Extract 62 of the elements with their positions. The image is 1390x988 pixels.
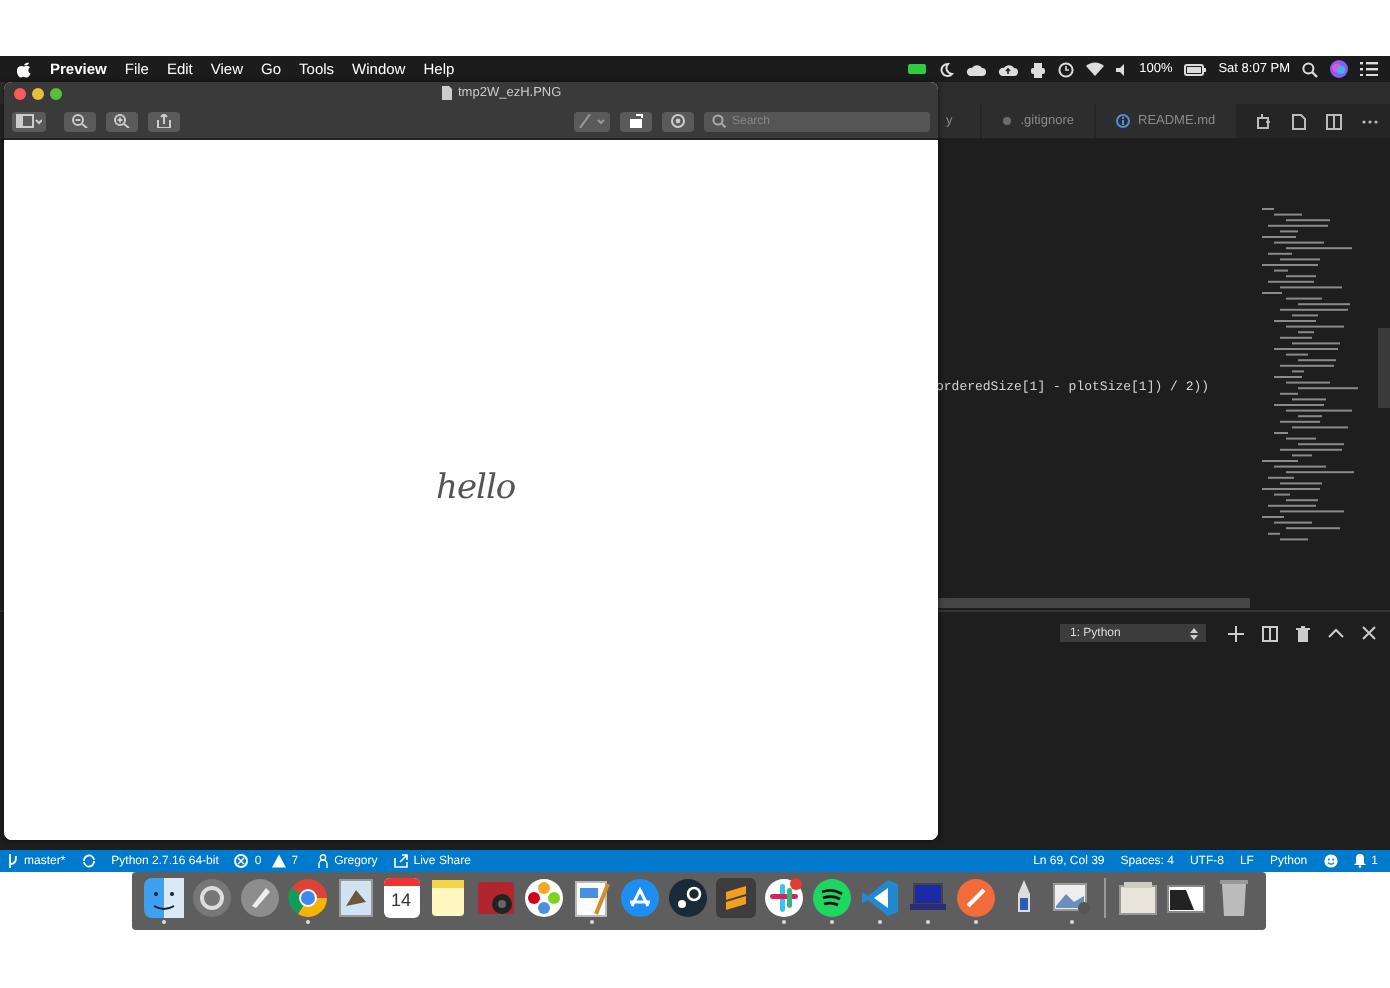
folder-stack-icon[interactable] (1117, 878, 1157, 918)
moon-icon[interactable] (937, 61, 954, 77)
annotate-icon (670, 114, 686, 128)
battery-icon[interactable] (1184, 63, 1207, 75)
share-arrow-icon (393, 854, 408, 868)
branch-icon (8, 854, 18, 868)
markup-button[interactable] (574, 111, 610, 131)
siri-icon[interactable] (1330, 60, 1348, 78)
volume-icon[interactable] (1115, 63, 1128, 75)
calendar-icon[interactable]: 14 (383, 878, 419, 918)
warning-icon (271, 854, 286, 868)
split-editor-icon[interactable] (1326, 113, 1342, 129)
plus-icon[interactable] (1228, 625, 1244, 641)
pen-document-icon[interactable] (571, 878, 611, 918)
printer-icon[interactable] (1029, 61, 1046, 77)
cloud-icon[interactable] (965, 62, 986, 76)
search-icon[interactable] (1302, 61, 1318, 77)
zoom-in-button[interactable] (106, 111, 138, 131)
person-icon (318, 854, 329, 868)
markup-icon (578, 114, 606, 128)
split-terminal-icon[interactable] (1262, 625, 1278, 641)
sidebar-button[interactable] (12, 111, 46, 131)
handwritten-text: hello (436, 468, 516, 508)
cloud-upload-icon[interactable] (997, 62, 1018, 76)
wifi-icon[interactable] (1085, 62, 1104, 76)
zoom-out-icon (72, 114, 88, 128)
share-icon (156, 114, 172, 128)
updown-icon (1190, 627, 1198, 639)
minimize-icon[interactable] (32, 87, 44, 99)
browser-icon[interactable] (287, 878, 327, 918)
zoom-out-button[interactable] (64, 111, 96, 131)
apple-icon[interactable] (16, 60, 32, 78)
sync-icon[interactable] (81, 854, 96, 868)
battery-status-icon[interactable] (907, 64, 926, 74)
image-viewer-icon[interactable] (1051, 878, 1091, 918)
bell-icon (1353, 854, 1366, 868)
share-button[interactable] (148, 111, 180, 131)
close-icon[interactable] (1362, 626, 1376, 640)
code-editor-icon[interactable] (859, 878, 899, 918)
gear-icon (1002, 116, 1013, 126)
rotate-icon (628, 114, 644, 128)
scrollbar[interactable] (938, 598, 1250, 608)
info-icon (1116, 114, 1130, 128)
compare-icon[interactable] (1256, 113, 1272, 129)
notepad-icon[interactable] (427, 878, 467, 918)
scrollbar[interactable] (1378, 328, 1390, 408)
bird-photo-icon[interactable] (335, 878, 375, 918)
error-icon (234, 854, 249, 868)
menu-list-icon[interactable] (1360, 62, 1378, 76)
clock-icon[interactable] (1057, 61, 1074, 77)
trash-icon[interactable] (1296, 625, 1310, 641)
rotate-button[interactable] (620, 111, 652, 131)
zoom-in-icon (114, 114, 130, 128)
smiley-icon[interactable] (1323, 854, 1338, 868)
file-icon[interactable] (1292, 113, 1306, 129)
annotate-button[interactable] (662, 111, 694, 131)
document-icon (442, 86, 452, 100)
search-icon (712, 114, 726, 128)
zoom-icon[interactable] (50, 87, 62, 99)
sidebar-icon (16, 114, 42, 128)
gear-icon[interactable] (191, 878, 231, 918)
chevron-up-icon[interactable] (1328, 628, 1344, 638)
